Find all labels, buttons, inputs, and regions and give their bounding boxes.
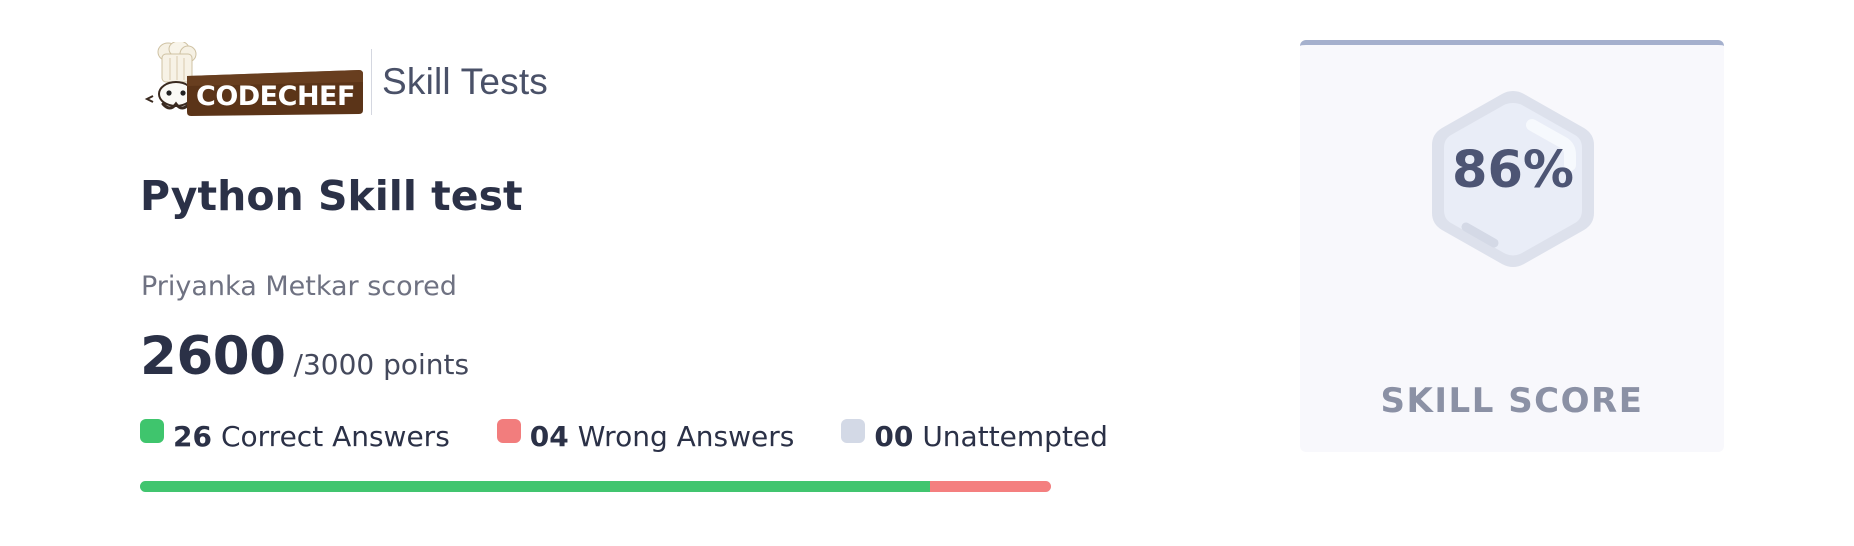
progress-wrong-segment [929,481,1051,492]
legend-wrong: 04 Wrong Answers [496,418,795,453]
wrong-count: 04 [529,420,569,453]
wrong-label: Wrong Answers [577,420,795,453]
correct-count: 26 [173,420,212,453]
legend-unattempted: 00 Unattempted [841,418,1108,453]
answers-progress-bar [140,481,1051,492]
correct-swatch-icon [140,418,164,443]
answers-legend: 26 Correct Answers 04 Wrong Answers 00 U… [140,418,1108,453]
unattempted-label: Unattempted [922,420,1108,453]
score-total: /3000 points [293,348,470,381]
scored-label: Priyanka Metkar scored [141,271,457,302]
codechef-logo[interactable]: CODECHEF [143,42,363,122]
skill-test-result-page: CODECHEF Skill Tests Python Skill test P… [0,0,1854,546]
unattempted-count: 00 [874,420,914,453]
unattempted-swatch-icon [841,418,866,443]
skill-score-value: 86% [1451,141,1575,200]
brand-header: CODECHEF Skill Tests [143,42,548,122]
score-value: 2600 [140,326,286,387]
skill-score-label: SKILL SCORE [1380,381,1644,421]
brand-divider [371,49,372,115]
product-name: Skill Tests [382,61,549,102]
skill-score-card: 86% SKILL SCORE [1300,40,1724,452]
score-row: 2600 /3000 points [140,326,469,387]
skill-badge: 86% [1428,87,1598,271]
legend-correct: 26 Correct Answers [140,418,450,453]
logo-text: CODECHEF [196,81,355,112]
page-title: Python Skill test [140,172,523,220]
correct-label: Correct Answers [220,420,450,453]
wrong-swatch-icon [496,418,521,443]
progress-correct-segment [140,481,930,492]
